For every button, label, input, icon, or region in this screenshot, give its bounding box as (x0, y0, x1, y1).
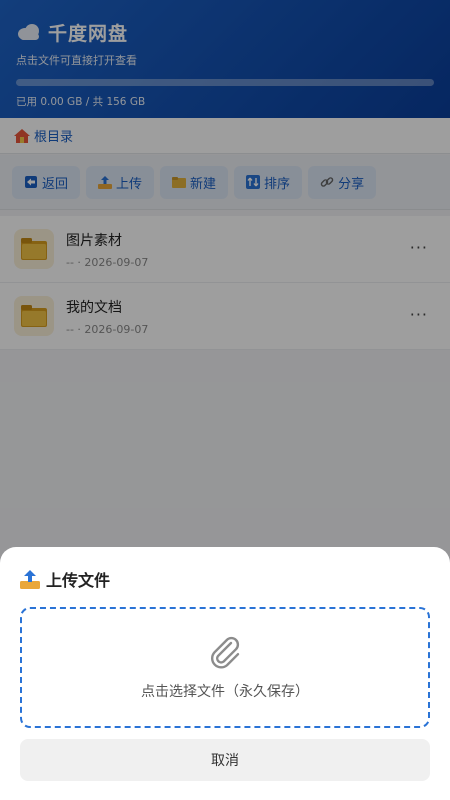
cancel-button[interactable]: 取消 (20, 739, 430, 781)
sheet-header: 上传文件 (20, 567, 430, 591)
file-select-dropzone[interactable]: 点击选择文件（永久保存） (20, 607, 430, 728)
dropzone-text: 点击选择文件（永久保存） (141, 683, 309, 700)
upload-icon (20, 570, 40, 589)
paperclip-icon (211, 636, 240, 668)
upload-sheet: 上传文件 点击选择文件（永久保存） 取消 (0, 547, 450, 800)
sheet-title: 上传文件 (46, 571, 111, 590)
